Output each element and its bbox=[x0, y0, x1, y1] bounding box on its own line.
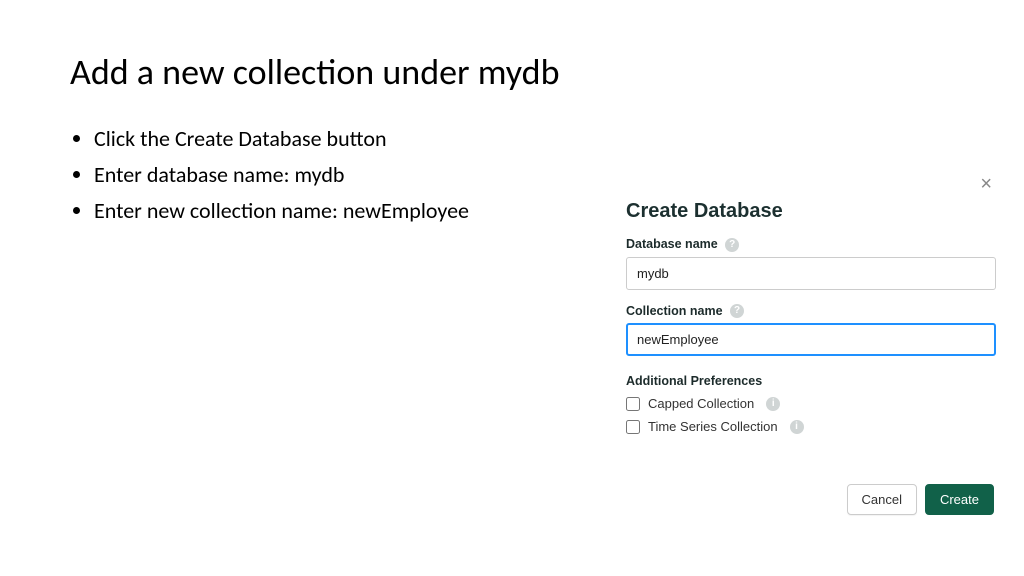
info-icon[interactable]: i bbox=[790, 420, 804, 434]
bullet-item: Click the Create Database button bbox=[94, 122, 954, 156]
capped-collection-label: Capped Collection bbox=[648, 396, 754, 411]
collection-name-label: Collection name ? bbox=[626, 304, 996, 319]
database-name-input[interactable] bbox=[626, 257, 996, 290]
additional-preferences-label: Additional Preferences bbox=[626, 374, 996, 388]
database-name-label: Database name ? bbox=[626, 237, 996, 252]
timeseries-collection-label: Time Series Collection bbox=[648, 419, 778, 434]
capped-collection-checkbox[interactable] bbox=[626, 397, 640, 411]
cancel-button[interactable]: Cancel bbox=[847, 484, 917, 515]
create-button[interactable]: Create bbox=[925, 484, 994, 515]
close-icon[interactable]: × bbox=[980, 174, 992, 194]
timeseries-collection-checkbox[interactable] bbox=[626, 420, 640, 434]
slide-title: Add a new collection under mydb bbox=[70, 50, 954, 94]
help-icon[interactable]: ? bbox=[730, 304, 744, 318]
dialog-title: Create Database bbox=[626, 200, 996, 223]
info-icon[interactable]: i bbox=[766, 397, 780, 411]
collection-name-input[interactable] bbox=[626, 323, 996, 356]
help-icon[interactable]: ? bbox=[725, 238, 739, 252]
create-database-dialog: × Create Database Database name ? Collec… bbox=[626, 168, 996, 515]
